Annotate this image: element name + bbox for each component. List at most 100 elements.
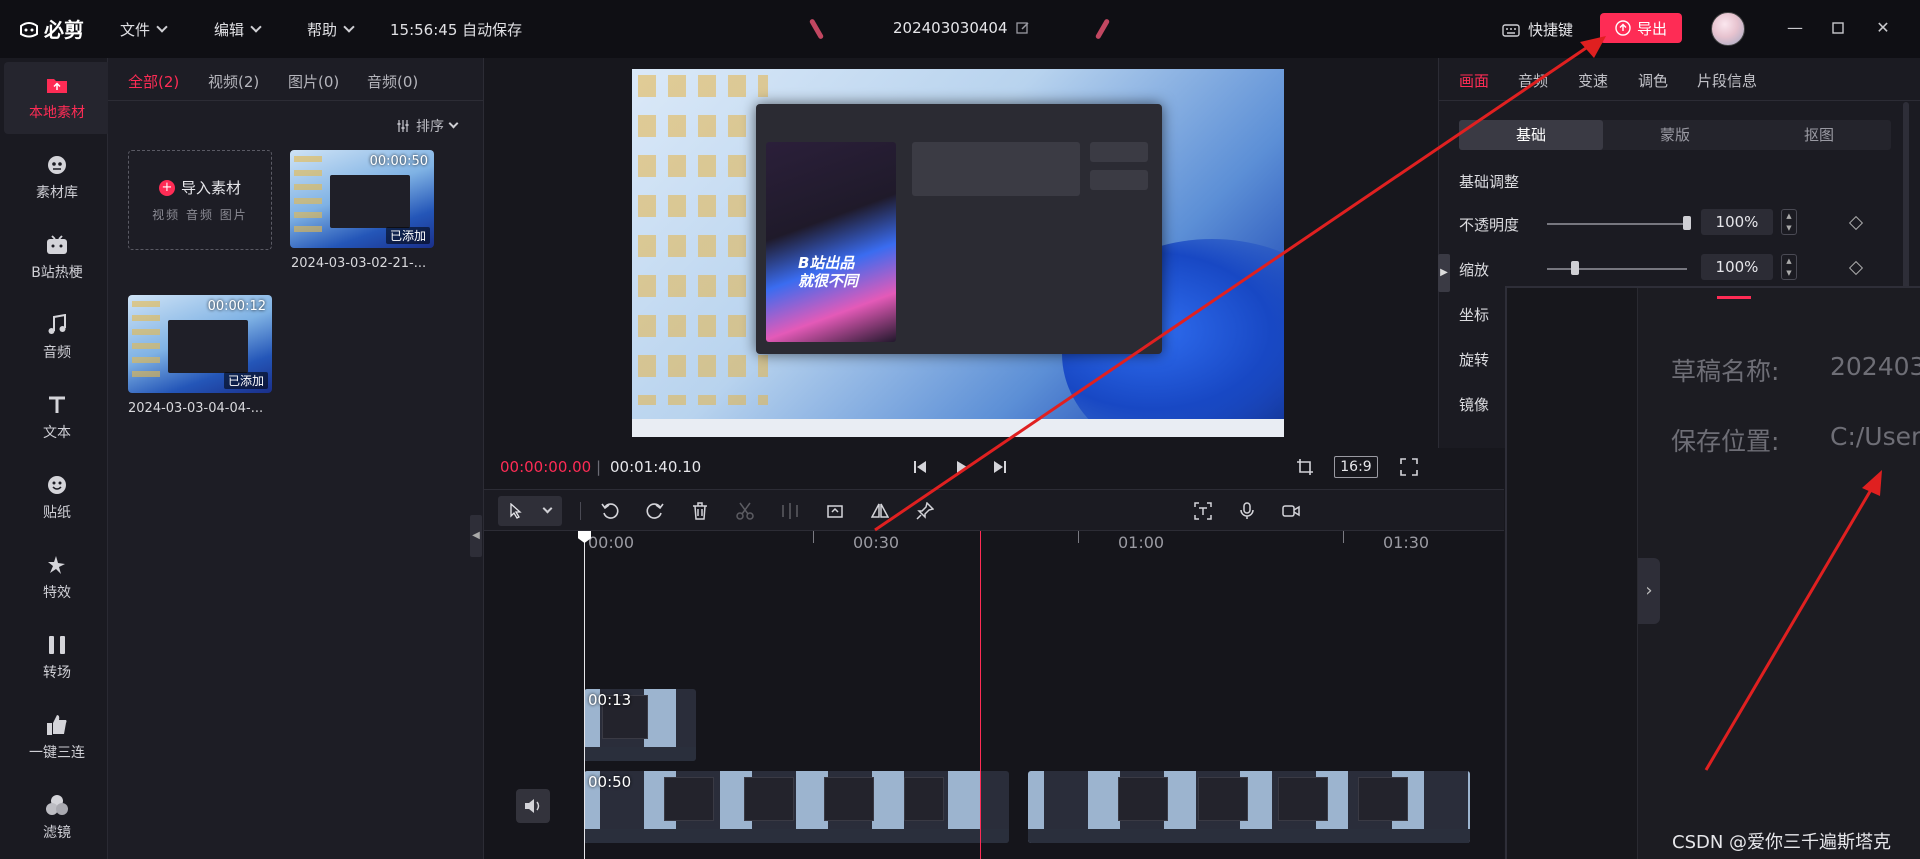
crop-icon[interactable] [1294,456,1316,478]
menu-file[interactable]: 文件 [120,19,168,40]
playhead[interactable] [980,531,981,859]
split-icon[interactable] [779,500,801,522]
camera-record-icon[interactable] [1280,500,1302,522]
upload-icon [1615,20,1631,36]
clip-duration: 00:50 [588,773,632,791]
scale-stepper[interactable]: ▲ ▼ [1781,254,1797,280]
transition-icon [46,634,68,656]
current-timecode: 00:00:00.00 [500,458,592,476]
text-recognize-icon[interactable] [1192,500,1214,522]
subtab-mask[interactable]: 蒙版 [1603,120,1747,150]
keyframe-diamond-icon[interactable] [1848,215,1864,231]
skip-forward-icon[interactable] [989,456,1011,478]
sidebar-item-sticker[interactable]: 贴纸 [4,462,110,534]
maximize-icon[interactable] [1828,18,1848,38]
scissors-icon[interactable] [734,500,756,522]
redo-icon[interactable] [644,500,666,522]
subtab-basic[interactable]: 基础 [1459,120,1603,150]
menu-edit[interactable]: 编辑 [214,19,262,40]
aspect-ratio-button[interactable]: 16:9 [1334,456,1378,478]
export-button[interactable]: 导出 [1600,13,1682,43]
keyframe-diamond-icon[interactable] [1848,260,1864,276]
fullscreen-icon[interactable] [1398,456,1420,478]
select-tool-button[interactable] [498,496,562,526]
minimize-icon[interactable]: — [1785,18,1805,38]
sort-icon [397,120,409,132]
clip-frame [1358,777,1408,821]
timeline[interactable]: 00:00 00:30 01:00 01:30 00:13 00:50 [484,531,1504,859]
filter-icon [46,794,68,816]
sidebar-item-label: 滤镜 [43,825,71,841]
project-title[interactable]: 202403030404 [893,19,1030,37]
media-thumbnail[interactable]: 00:00:12 已添加 [128,295,272,393]
opacity-slider[interactable] [1547,223,1687,225]
mirror-icon[interactable] [869,500,891,522]
sparkle-icon [46,554,68,576]
microphone-icon[interactable] [1236,500,1258,522]
sidebar-item-transitions[interactable]: 转场 [4,622,110,694]
position-label: 坐标 [1459,306,1490,324]
sidebar-item-label: 本地素材 [29,105,85,121]
audio-waveform [584,747,696,761]
save-location-value: C:/User [1830,422,1920,451]
sidebar-item-filters[interactable]: 滤镜 [4,782,110,854]
track-mute-button[interactable] [516,789,550,823]
preview-video[interactable]: B站出品 就很不同 [632,69,1284,437]
sidebar-item-effects[interactable]: 特效 [4,542,110,614]
tab-clip-info[interactable]: 片段信息 [1697,70,1757,91]
video-clip[interactable]: 00:13 [584,689,696,761]
tab-picture[interactable]: 画面 [1459,70,1489,91]
sidebar-item-audio[interactable]: 音频 [4,302,110,374]
cursor-icon [510,503,522,519]
sidebar-item-library[interactable]: 素材库 [4,142,110,214]
chevron-down-icon [343,21,355,33]
video-clip[interactable]: 00:50 [584,771,1009,843]
project-name: 202403030404 [893,19,1008,37]
scale-slider-knob[interactable] [1571,261,1579,275]
sidebar-item-triple[interactable]: 一键三连 [4,702,110,774]
undo-icon[interactable] [599,500,621,522]
dialog-main-button [912,142,1080,196]
pin-icon[interactable] [914,500,936,522]
panel-collapse-handle[interactable]: ◀ [470,515,482,557]
sidebar: 本地素材 素材库 B站热梗 音频 文本 贴纸 特效 转场 一键三连 滤镜 [0,58,110,859]
opacity-slider-knob[interactable] [1683,216,1691,230]
tab-all[interactable]: 全部(2) [128,71,179,92]
timeline-toolbar [484,489,1504,531]
tab-color[interactable]: 调色 [1638,70,1668,91]
scale-slider[interactable] [1547,268,1687,270]
subtab-cutout[interactable]: 抠图 [1747,120,1891,150]
tab-video[interactable]: 视频(2) [208,71,259,92]
replace-icon[interactable] [824,500,846,522]
sidebar-item-bilibili-memes[interactable]: B站热梗 [4,222,110,294]
sidebar-item-label: 素材库 [36,185,78,201]
sidebar-item-local-media[interactable]: 本地素材 [4,62,110,134]
ruler-tick [813,531,814,543]
skip-back-icon[interactable] [909,456,931,478]
sort-button[interactable]: 排序 [396,116,459,136]
import-media-button[interactable]: + 导入素材 视频 音频 图片 [128,150,272,250]
opacity-value[interactable]: 100% [1701,209,1773,235]
shortcut-button[interactable]: 快捷键 [1502,19,1573,40]
edit-icon[interactable] [1015,21,1030,35]
rotation-label: 旋转 [1459,351,1490,369]
time-ruler[interactable]: 00:00 00:30 01:00 01:30 [484,531,1504,557]
collapse-handle[interactable]: ▶ [1438,254,1450,292]
tab-speed[interactable]: 变速 [1578,70,1608,91]
clip-frame [744,777,794,821]
menu-help[interactable]: 帮助 [307,19,355,40]
scale-value[interactable]: 100% [1701,254,1773,280]
tab-audio[interactable]: 音频(0) [367,71,418,92]
delete-icon[interactable] [689,500,711,522]
avatar[interactable] [1711,12,1745,46]
media-thumbnail[interactable]: 00:00:50 已添加 [290,150,434,248]
close-icon[interactable]: ✕ [1873,18,1893,38]
sidebar-item-text[interactable]: 文本 [4,382,110,454]
opacity-stepper[interactable]: ▲ ▼ [1781,209,1797,235]
tab-audio-props[interactable]: 音频 [1518,70,1548,91]
clip-frame [1278,777,1328,821]
clip-frame [664,777,714,821]
video-clip[interactable] [1028,771,1470,843]
play-icon[interactable] [951,456,973,478]
tab-image[interactable]: 图片(0) [288,71,339,92]
